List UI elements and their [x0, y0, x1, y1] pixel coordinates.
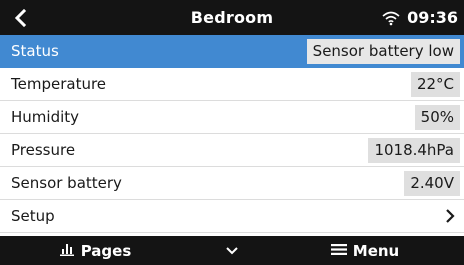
- status-value: Sensor battery low: [306, 38, 460, 64]
- chevron-down-icon: [225, 242, 239, 260]
- temperature-value: 22°C: [410, 71, 460, 97]
- row-label: Setup: [11, 207, 55, 225]
- row-label: Status: [11, 42, 59, 60]
- menu-label: Menu: [352, 241, 400, 260]
- row-label: Temperature: [11, 75, 107, 93]
- humidity-value: 50%: [414, 104, 460, 130]
- row-label: Pressure: [11, 141, 76, 159]
- list-item-setup[interactable]: Setup: [0, 200, 464, 233]
- status-area: 09:36: [381, 0, 458, 35]
- sensor-details-list: Status Sensor battery low Temperature 22…: [0, 35, 464, 233]
- bottom-bar: Pages Menu: [0, 236, 464, 265]
- pages-button[interactable]: Pages: [30, 236, 160, 265]
- bar-chart-icon: [59, 242, 75, 260]
- device-screen: Bedroom 09:36 Status Sensor battery low …: [0, 0, 464, 265]
- menu-button[interactable]: Menu: [300, 236, 430, 265]
- clock: 09:36: [407, 8, 458, 27]
- list-item-humidity[interactable]: Humidity 50%: [0, 101, 464, 134]
- list-item-temperature[interactable]: Temperature 22°C: [0, 68, 464, 101]
- expand-toggle-button[interactable]: [212, 236, 252, 265]
- sensor-battery-value: 2.40V: [404, 170, 460, 196]
- pages-label: Pages: [80, 241, 132, 260]
- list-item-status[interactable]: Status Sensor battery low: [0, 35, 464, 68]
- row-label: Sensor battery: [11, 174, 122, 192]
- list-item-sensor-battery[interactable]: Sensor battery 2.40V: [0, 167, 464, 200]
- wifi-icon: [381, 10, 401, 26]
- list-item-pressure[interactable]: Pressure 1018.4hPa: [0, 134, 464, 167]
- top-bar: Bedroom 09:36: [0, 0, 464, 35]
- hamburger-menu-icon: [330, 242, 347, 260]
- pressure-value: 1018.4hPa: [368, 137, 460, 163]
- row-label: Humidity: [11, 108, 80, 126]
- chevron-right-icon: [442, 206, 458, 226]
